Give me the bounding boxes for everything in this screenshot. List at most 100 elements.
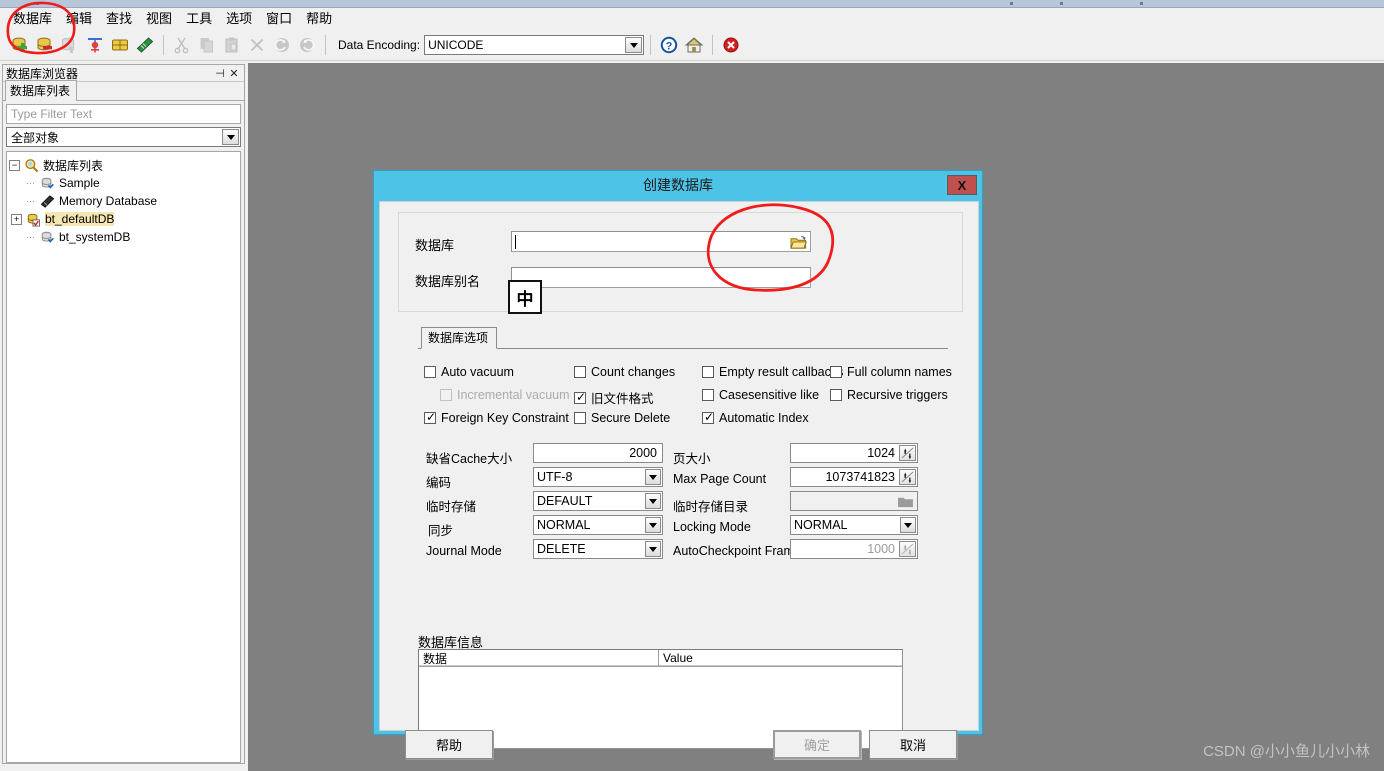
table-icon[interactable] <box>108 33 132 57</box>
checkbox-box[interactable]: ✓ <box>574 391 586 404</box>
checkbox-full-column-names[interactable]: Full column names <box>830 365 952 379</box>
menu-item-help[interactable]: 帮助 <box>299 9 339 29</box>
value: 1000 <box>867 542 895 556</box>
database-browser-panel: 数据库浏览器 ⊣ ✕ 数据库列表 Type Filter Text 全部对象 − <box>2 64 245 764</box>
input-temp-store-directory[interactable] <box>790 491 918 511</box>
svg-text:?: ? <box>666 41 673 53</box>
column-header-value[interactable]: Value <box>659 650 902 666</box>
object-type-combo[interactable]: 全部对象 <box>6 127 241 147</box>
chevron-down-icon[interactable] <box>222 129 239 145</box>
spinner-buttons-icon[interactable] <box>899 541 916 557</box>
checkbox-label: Incremental vacuum <box>457 388 570 402</box>
checkbox-box[interactable] <box>830 389 842 401</box>
checkbox-automatic-index[interactable]: ✓ Automatic Index <box>702 411 809 425</box>
home-icon[interactable] <box>682 33 706 57</box>
close-icon[interactable]: ✕ <box>227 67 241 80</box>
menu-item-find[interactable]: 查找 <box>99 9 139 29</box>
cancel-button[interactable]: 取消 <box>869 730 957 759</box>
checkbox-box[interactable] <box>702 389 714 401</box>
label-synchronous: 同步 <box>428 524 454 538</box>
tree-node-label: Sample <box>59 176 100 190</box>
checkbox-old-file-format[interactable]: ✓ 旧文件格式 <box>574 388 654 407</box>
tree-node-root[interactable]: − 数据库列表 <box>9 156 238 174</box>
menu-item-options[interactable]: 选项 <box>219 9 259 29</box>
checkbox-box[interactable] <box>574 366 586 378</box>
folder-open-icon[interactable] <box>788 234 808 250</box>
checkbox-label: Empty result callbacks <box>719 365 844 379</box>
spinner-max-page-count[interactable]: 1073741823 <box>790 467 918 487</box>
checkbox-label: Foreign Key Constraint <box>441 411 569 425</box>
checkbox-count-changes[interactable]: Count changes <box>574 365 675 379</box>
combo-locking-mode[interactable]: NORMAL <box>790 515 918 535</box>
chevron-down-icon[interactable] <box>645 541 661 557</box>
label-page-size: 页大小 <box>673 452 711 466</box>
checkbox-box[interactable]: ✓ <box>702 411 714 424</box>
database-alias-input[interactable] <box>511 267 811 288</box>
menu-item-edit[interactable]: 编辑 <box>59 9 99 29</box>
database-path-input[interactable] <box>511 231 811 252</box>
spinner-autocheckpoint-frames[interactable]: 1000 <box>790 539 918 559</box>
checkbox-casesensitive-like[interactable]: Casesensitive like <box>702 388 819 402</box>
value: DEFAULT <box>537 494 593 508</box>
collapse-toggle-icon[interactable]: − <box>9 159 20 171</box>
help-icon[interactable]: ? <box>657 33 681 57</box>
checkbox-recursive-triggers[interactable]: Recursive triggers <box>830 388 948 402</box>
options-checkbox-area: Auto vacuum Incremental vacuum ✓ Foreign… <box>418 359 952 439</box>
checkbox-box <box>440 389 452 401</box>
tree-node-sample[interactable]: ⋯ Sample <box>9 174 238 192</box>
ime-indicator: 中 <box>508 280 542 314</box>
close-icon[interactable] <box>719 33 743 57</box>
expand-toggle-icon[interactable]: + <box>11 213 22 225</box>
database-icon <box>39 229 55 245</box>
checkbox-box[interactable] <box>702 366 714 378</box>
value: NORMAL <box>537 518 591 532</box>
chevron-down-icon[interactable] <box>645 469 661 485</box>
combo-synchronous[interactable]: NORMAL <box>533 515 663 535</box>
help-button[interactable]: 帮助 <box>405 730 493 759</box>
checkbox-box[interactable]: ✓ <box>424 411 436 424</box>
spinner-buttons-icon[interactable] <box>899 469 916 485</box>
remove-database-icon[interactable] <box>33 33 57 57</box>
checkbox-foreign-key-constraint[interactable]: ✓ Foreign Key Constraint <box>424 411 569 425</box>
checkbox-secure-delete[interactable]: Secure Delete <box>574 411 670 425</box>
checkbox-empty-result-callbacks[interactable]: Empty result callbacks <box>702 365 843 379</box>
folder-icon[interactable] <box>895 494 915 509</box>
filter-input[interactable]: Type Filter Text <box>6 104 241 124</box>
checkbox-auto-vacuum[interactable]: Auto vacuum <box>424 365 514 379</box>
application-window: 数据库 编辑 查找 视图 工具 选项 窗口 帮助 Data Encoding: … <box>0 0 1384 771</box>
memory-icon[interactable] <box>133 33 157 57</box>
column-header-data[interactable]: 数据 <box>419 650 659 666</box>
spinner-page-size[interactable]: 1024 <box>790 443 918 463</box>
pin-icon[interactable]: ⊣ <box>213 67 227 80</box>
checkbox-box[interactable] <box>424 366 436 378</box>
checkbox-incremental-vacuum: Incremental vacuum <box>440 388 570 402</box>
dialog-close-button[interactable]: X <box>947 175 977 195</box>
execute-sql-icon[interactable] <box>83 33 107 57</box>
database-tree[interactable]: − 数据库列表 ⋯ Sample ⋯ Memory Database + bt_… <box>6 151 241 763</box>
tab-database-options[interactable]: 数据库选项 <box>421 327 498 349</box>
tree-node-bt-systemdb[interactable]: ⋯ bt_systemDB <box>9 228 238 246</box>
data-encoding-combo[interactable]: UNICODE <box>424 35 645 55</box>
value: 2000 <box>629 446 657 460</box>
chevron-down-icon[interactable] <box>625 37 643 53</box>
combo-encoding[interactable]: UTF-8 <box>533 467 663 487</box>
input-default-cache-size[interactable]: 2000 <box>533 443 663 463</box>
menu-item-database[interactable]: 数据库 <box>6 9 59 29</box>
checkbox-box[interactable] <box>574 412 586 424</box>
chevron-down-icon[interactable] <box>900 517 916 533</box>
chevron-down-icon[interactable] <box>645 517 661 533</box>
chevron-down-icon[interactable] <box>645 493 661 509</box>
menu-item-window[interactable]: 窗口 <box>259 9 299 29</box>
combo-journal-mode[interactable]: DELETE <box>533 539 663 559</box>
tree-node-memory-database[interactable]: ⋯ Memory Database <box>9 192 238 210</box>
tree-node-bt-defaultdb[interactable]: + bt_defaultDB <box>9 210 238 228</box>
checkbox-label: Secure Delete <box>591 411 671 425</box>
checkbox-box[interactable] <box>830 366 842 378</box>
tab-database-list[interactable]: 数据库列表 <box>5 80 78 101</box>
ok-button: 确定 <box>773 730 861 759</box>
menu-item-view[interactable]: 视图 <box>139 9 179 29</box>
spinner-buttons-icon[interactable] <box>899 445 916 461</box>
new-database-icon[interactable] <box>8 33 32 57</box>
menu-item-tools[interactable]: 工具 <box>179 9 219 29</box>
combo-temp-store[interactable]: DEFAULT <box>533 491 663 511</box>
